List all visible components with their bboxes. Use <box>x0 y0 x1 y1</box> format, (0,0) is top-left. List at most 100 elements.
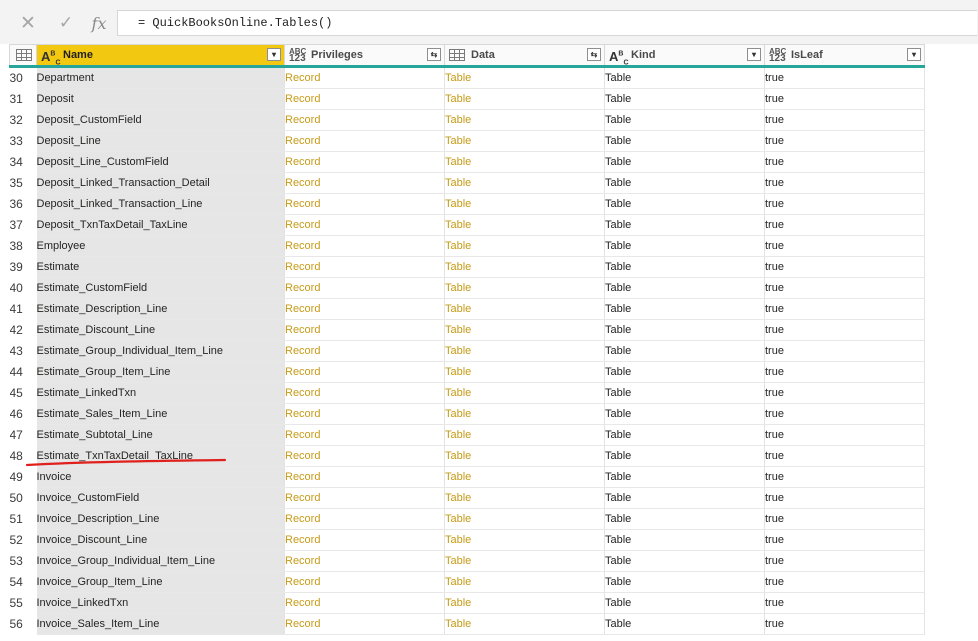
table-row[interactable]: 33 Deposit_Line Record Table Table true <box>10 130 925 152</box>
cell-data[interactable]: Table <box>444 88 605 110</box>
table-row[interactable]: 37 Deposit_TxnTaxDetail_TaxLine Record Tabl… <box>10 214 925 236</box>
table-row[interactable]: 36 Deposit_Linked_Transaction_Line Record T… <box>10 193 925 215</box>
table-row[interactable]: 42 Estimate_Discount_Line Record Table Table… <box>10 319 925 341</box>
cell-name[interactable]: Deposit <box>36 88 285 110</box>
cell-data[interactable]: Table <box>444 571 605 593</box>
cell-privileges[interactable]: Record <box>284 277 445 299</box>
formula-input[interactable]: = QuickBooksOnline.Tables() <box>117 10 977 36</box>
cell-privileges[interactable]: Record <box>284 592 445 614</box>
table-row[interactable]: 44 Estimate_Group_Item_Line Record Table Tab… <box>10 361 925 383</box>
column-header-privileges[interactable]: ABC 123 Privileges ⇆ <box>284 44 445 68</box>
cell-privileges[interactable]: Record <box>284 571 445 593</box>
cell-privileges[interactable]: Record <box>284 172 445 194</box>
cell-privileges[interactable]: Record <box>284 130 445 152</box>
cell-privileges[interactable]: Record <box>284 424 445 446</box>
cell-privileges[interactable]: Record <box>284 445 445 467</box>
cell-privileges[interactable]: Record <box>284 529 445 551</box>
table-row[interactable]: 32 Deposit_CustomField Record Table Table tru… <box>10 109 925 131</box>
cell-data[interactable]: Table <box>444 340 605 362</box>
table-row[interactable]: 52 Invoice_Discount_Line Record Table Table t… <box>10 529 925 551</box>
table-row[interactable]: 34 Deposit_Line_CustomField Record Table Tab… <box>10 151 925 173</box>
cell-name[interactable]: Deposit_TxnTaxDetail_TaxLine <box>36 214 285 236</box>
column-header-kind[interactable]: ABC Kind ▾ <box>604 44 765 68</box>
cell-privileges[interactable]: Record <box>284 214 445 236</box>
cell-data[interactable]: Table <box>444 508 605 530</box>
table-row[interactable]: 54 Invoice_Group_Item_Line Record Table Tabl… <box>10 571 925 593</box>
cell-name[interactable]: Department <box>36 66 285 89</box>
cell-data[interactable]: Table <box>444 298 605 320</box>
cell-privileges[interactable]: Record <box>284 298 445 320</box>
cell-data[interactable]: Table <box>444 214 605 236</box>
cell-data[interactable]: Table <box>444 256 605 278</box>
column-header-name[interactable]: ABC Name ▾ <box>36 44 285 68</box>
cell-privileges[interactable]: Record <box>284 88 445 110</box>
cell-data[interactable]: Table <box>444 235 605 257</box>
cell-data[interactable]: Table <box>444 130 605 152</box>
cell-data[interactable]: Table <box>444 613 605 635</box>
cell-privileges[interactable]: Record <box>284 340 445 362</box>
table-row[interactable]: 43 Estimate_Group_Individual_Item_Line Rec… <box>10 340 925 362</box>
cell-name[interactable]: Invoice_Group_Individual_Item_Line <box>36 550 285 572</box>
cell-privileges[interactable]: Record <box>284 193 445 215</box>
table-row[interactable]: 50 Invoice_CustomField Record Table Table tru… <box>10 487 925 509</box>
cell-data[interactable]: Table <box>444 550 605 572</box>
table-row[interactable]: 45 Estimate_LinkedTxn Record Table Table true <box>10 382 925 404</box>
table-row[interactable]: 30 Department Record Table Table true <box>10 66 925 89</box>
cell-data[interactable]: Table <box>444 382 605 404</box>
cell-name[interactable]: Invoice_Description_Line <box>36 508 285 530</box>
cell-name[interactable]: Estimate_CustomField <box>36 277 285 299</box>
cell-name[interactable]: Estimate_Sales_Item_Line <box>36 403 285 425</box>
cell-data[interactable]: Table <box>444 592 605 614</box>
cell-data[interactable]: Table <box>444 109 605 131</box>
cell-name[interactable]: Estimate_Group_Individual_Item_Line <box>36 340 285 362</box>
cell-privileges[interactable]: Record <box>284 466 445 488</box>
cell-name[interactable]: Deposit_Linked_Transaction_Line <box>36 193 285 215</box>
cell-privileges[interactable]: Record <box>284 256 445 278</box>
cell-privileges[interactable]: Record <box>284 361 445 383</box>
cell-name[interactable]: Invoice_LinkedTxn <box>36 592 285 614</box>
cell-privileges[interactable]: Record <box>284 382 445 404</box>
cell-name[interactable]: Estimate_Group_Item_Line <box>36 361 285 383</box>
cell-data[interactable]: Table <box>444 193 605 215</box>
cell-data[interactable]: Table <box>444 319 605 341</box>
cell-name[interactable]: Invoice_Discount_Line <box>36 529 285 551</box>
cell-data[interactable]: Table <box>444 445 605 467</box>
column-header-data[interactable]: Data ⇆ <box>444 44 605 68</box>
filter-dropdown-icon[interactable]: ▾ <box>747 48 761 61</box>
cell-name[interactable]: Deposit_Line <box>36 130 285 152</box>
table-row[interactable]: 35 Deposit_Linked_Transaction_Detail Recor… <box>10 172 925 194</box>
cell-privileges[interactable]: Record <box>284 550 445 572</box>
cell-name[interactable]: Employee <box>36 235 285 257</box>
close-icon[interactable]: ✕ <box>17 12 39 34</box>
table-row[interactable]: 47 Estimate_Subtotal_Line Record Table Table… <box>10 424 925 446</box>
cell-name[interactable]: Invoice_Group_Item_Line <box>36 571 285 593</box>
cell-name[interactable]: Estimate_LinkedTxn <box>36 382 285 404</box>
cell-name[interactable]: Deposit_CustomField <box>36 109 285 131</box>
cell-data[interactable]: Table <box>444 151 605 173</box>
cell-privileges[interactable]: Record <box>284 109 445 131</box>
cell-privileges[interactable]: Record <box>284 66 445 89</box>
table-row[interactable]: 53 Invoice_Group_Individual_Item_Line Reco… <box>10 550 925 572</box>
table-row[interactable]: 46 Estimate_Sales_Item_Line Record Table Tab… <box>10 403 925 425</box>
cell-data[interactable]: Table <box>444 403 605 425</box>
cell-privileges[interactable]: Record <box>284 235 445 257</box>
cell-privileges[interactable]: Record <box>284 613 445 635</box>
cell-name[interactable]: Estimate_Description_Line <box>36 298 285 320</box>
cell-name[interactable]: Invoice_Sales_Item_Line <box>36 613 285 635</box>
table-row[interactable]: 51 Invoice_Description_Line Record Table Tab… <box>10 508 925 530</box>
filter-dropdown-icon[interactable]: ▾ <box>267 48 281 61</box>
cell-privileges[interactable]: Record <box>284 508 445 530</box>
expand-column-icon[interactable]: ⇆ <box>427 48 441 61</box>
expand-column-icon[interactable]: ⇆ <box>587 48 601 61</box>
cell-name[interactable]: Deposit_Linked_Transaction_Detail <box>36 172 285 194</box>
cell-data[interactable]: Table <box>444 424 605 446</box>
filter-dropdown-icon[interactable]: ▾ <box>907 48 921 61</box>
table-menu-button[interactable] <box>9 44 37 68</box>
cell-name[interactable]: Estimate <box>36 256 285 278</box>
cell-name[interactable]: Deposit_Line_CustomField <box>36 151 285 173</box>
cell-name[interactable]: Estimate_Discount_Line <box>36 319 285 341</box>
cell-data[interactable]: Table <box>444 172 605 194</box>
cell-name[interactable]: Estimate_Subtotal_Line <box>36 424 285 446</box>
fx-icon[interactable]: fx <box>88 12 110 34</box>
cell-data[interactable]: Table <box>444 487 605 509</box>
